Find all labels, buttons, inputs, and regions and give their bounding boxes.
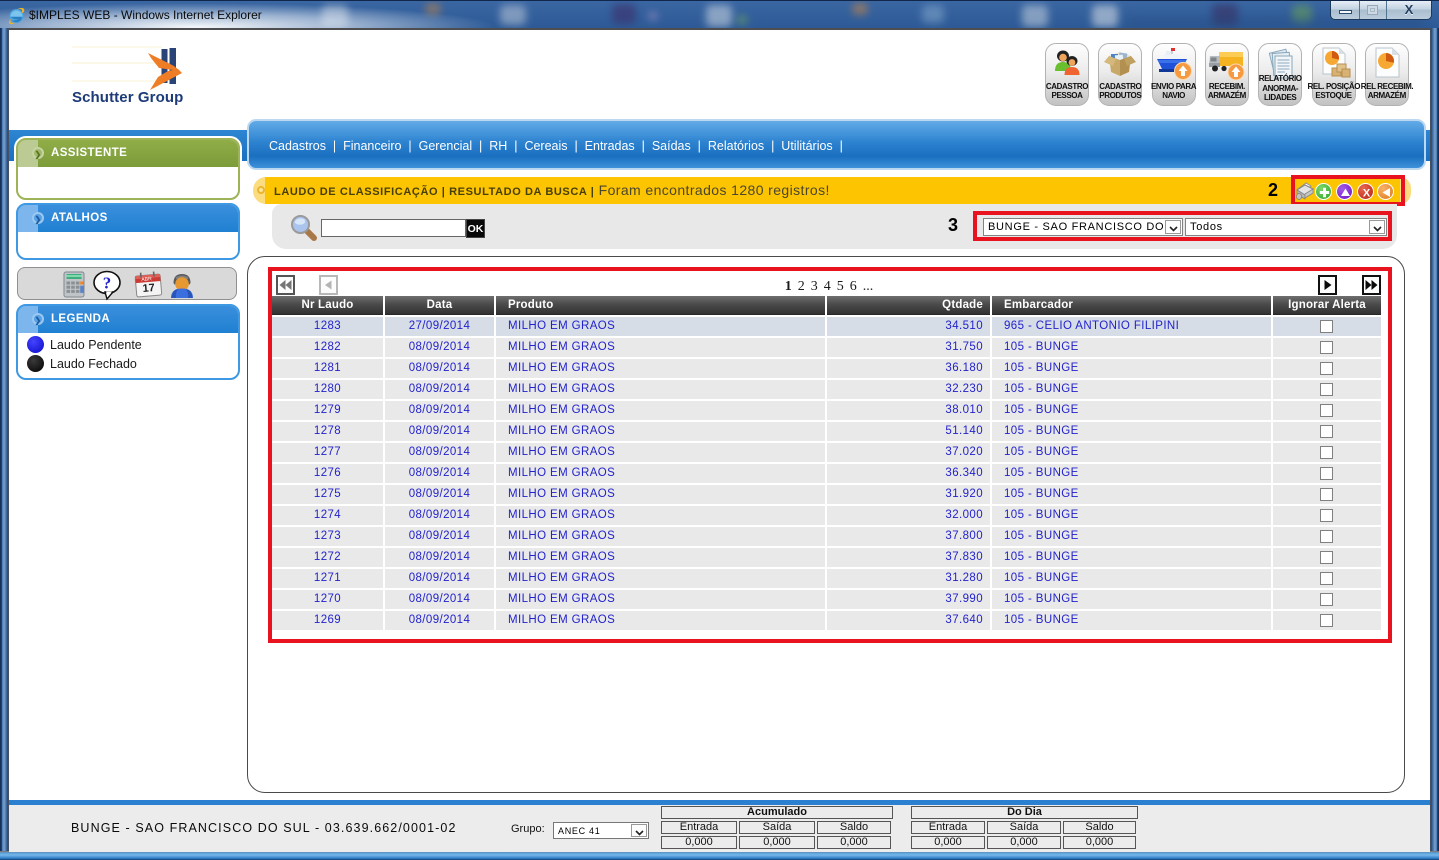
svg-text:17: 17 xyxy=(142,282,155,295)
svg-text:?: ? xyxy=(103,274,112,293)
svg-text:X: X xyxy=(1363,187,1371,199)
